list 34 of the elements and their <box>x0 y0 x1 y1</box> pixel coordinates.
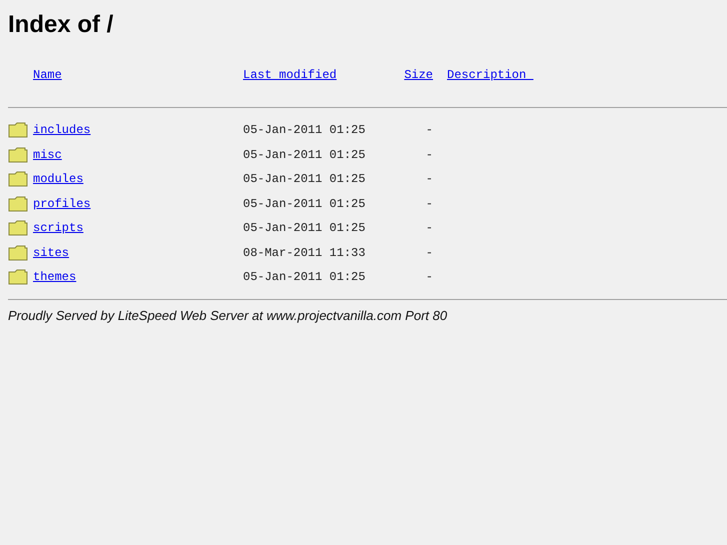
file-size: - <box>426 246 433 260</box>
modified-column-link[interactable]: Last modified <box>243 68 337 82</box>
file-size: - <box>426 270 433 284</box>
folder-link[interactable]: scripts <box>33 221 84 236</box>
folder-icon <box>8 122 28 138</box>
folder-link[interactable]: profiles <box>33 196 91 211</box>
folder-icon <box>8 196 28 212</box>
folder-link[interactable]: themes <box>33 270 76 284</box>
file-size: - <box>426 196 433 211</box>
folder-link[interactable]: includes <box>33 123 91 138</box>
page-title: Index of / <box>8 11 114 39</box>
size-column-link[interactable]: Size <box>404 68 433 82</box>
folder-link[interactable]: sites <box>33 246 70 260</box>
file-size: - <box>426 148 433 162</box>
folder-icon <box>8 269 28 286</box>
server-footer: Proudly Served by LiteSpeed Web Server at www.projectvanilla.com Port 80 <box>8 308 727 322</box>
folder-link[interactable]: misc <box>33 148 62 162</box>
folder-link[interactable]: modules <box>33 172 84 186</box>
modified-date: 05-Jan-2011 01:25 <box>243 123 366 138</box>
modified-date: 05-Jan-2011 01:25 <box>243 196 366 211</box>
folder-icon <box>8 244 28 261</box>
file-size: - <box>426 172 433 186</box>
modified-date: 05-Jan-2011 01:25 <box>243 172 366 186</box>
modified-date: 05-Jan-2011 01:25 <box>243 148 366 162</box>
modified-date: 05-Jan-2011 01:25 <box>243 270 366 284</box>
description-column-link[interactable]: Description <box>447 68 534 82</box>
name-column-link[interactable]: Name <box>33 68 62 82</box>
folder-icon <box>8 171 28 188</box>
folder-icon <box>8 146 28 163</box>
modified-date: 05-Jan-2011 01:25 <box>243 221 366 236</box>
file-size: - <box>426 123 433 138</box>
folder-icon <box>8 220 28 236</box>
file-size: - <box>426 221 433 236</box>
modified-date: 08-Mar-2011 11:33 <box>243 246 366 260</box>
